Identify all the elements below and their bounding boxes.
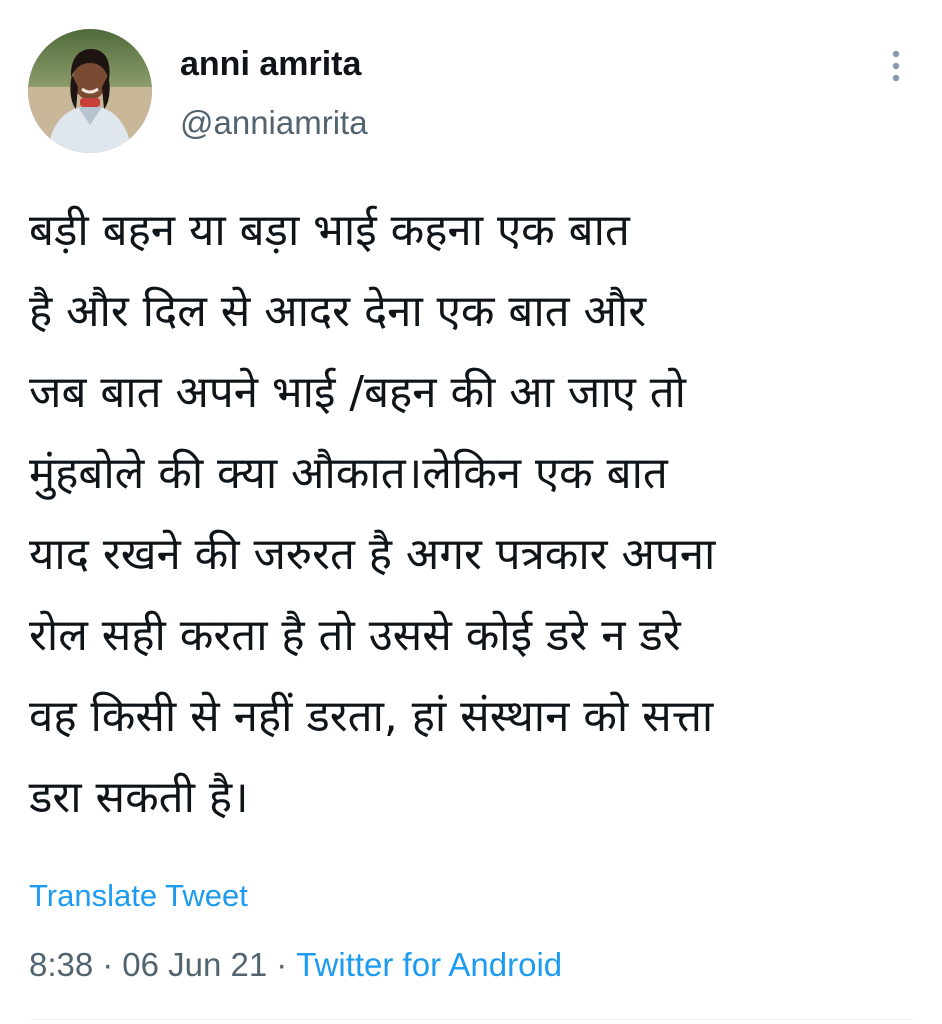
tweet-time: 8:38 bbox=[29, 946, 94, 983]
divider bbox=[29, 1019, 913, 1020]
tweet-detail: anni amrita @anniamrita बड़ी बहन या बड़ा… bbox=[0, 0, 942, 1024]
tweet-text-line: जब बात अपने भाई /बहन की आ जाए तो bbox=[29, 367, 687, 418]
more-vertical-icon bbox=[892, 50, 900, 82]
translate-tweet-link[interactable]: Translate Tweet bbox=[29, 876, 248, 916]
tweet-text-line: याद रखने की जरुरत है अगर पत्रकार अपना bbox=[29, 529, 716, 580]
user-handle[interactable]: @anniamrita bbox=[180, 103, 368, 143]
avatar[interactable] bbox=[28, 29, 152, 153]
tweet-date: 06 Jun 21 bbox=[122, 946, 268, 983]
tweet-text: बड़ी बहन या बड़ा भाई कहना एक बात है और द… bbox=[29, 190, 919, 838]
more-options-button[interactable] bbox=[876, 44, 916, 88]
tweet-text-line: है और दिल से आदर देना एक बात और bbox=[29, 286, 647, 337]
tweet-text-line: रोल सही करता है तो उससे कोई डरे न डरे bbox=[29, 610, 681, 661]
display-name[interactable]: anni amrita bbox=[180, 44, 361, 84]
meta-separator: · bbox=[102, 946, 114, 983]
tweet-text-line: डरा सकती है। bbox=[29, 772, 249, 823]
profile-photo-icon bbox=[28, 29, 152, 153]
tweet-text-line: बड़ी बहन या बड़ा भाई कहना एक बात bbox=[29, 205, 630, 256]
meta-separator: · bbox=[276, 946, 288, 983]
tweet-text-line: वह किसी से नहीं डरता, हां संस्थान को सत्… bbox=[29, 691, 714, 742]
tweet-source-link[interactable]: Twitter for Android bbox=[296, 946, 562, 983]
tweet-text-line: मुंहबोले की क्या औकात।लेकिन एक बात bbox=[29, 448, 668, 499]
tweet-meta: 8:38 · 06 Jun 21 · Twitter for Android bbox=[29, 945, 562, 985]
